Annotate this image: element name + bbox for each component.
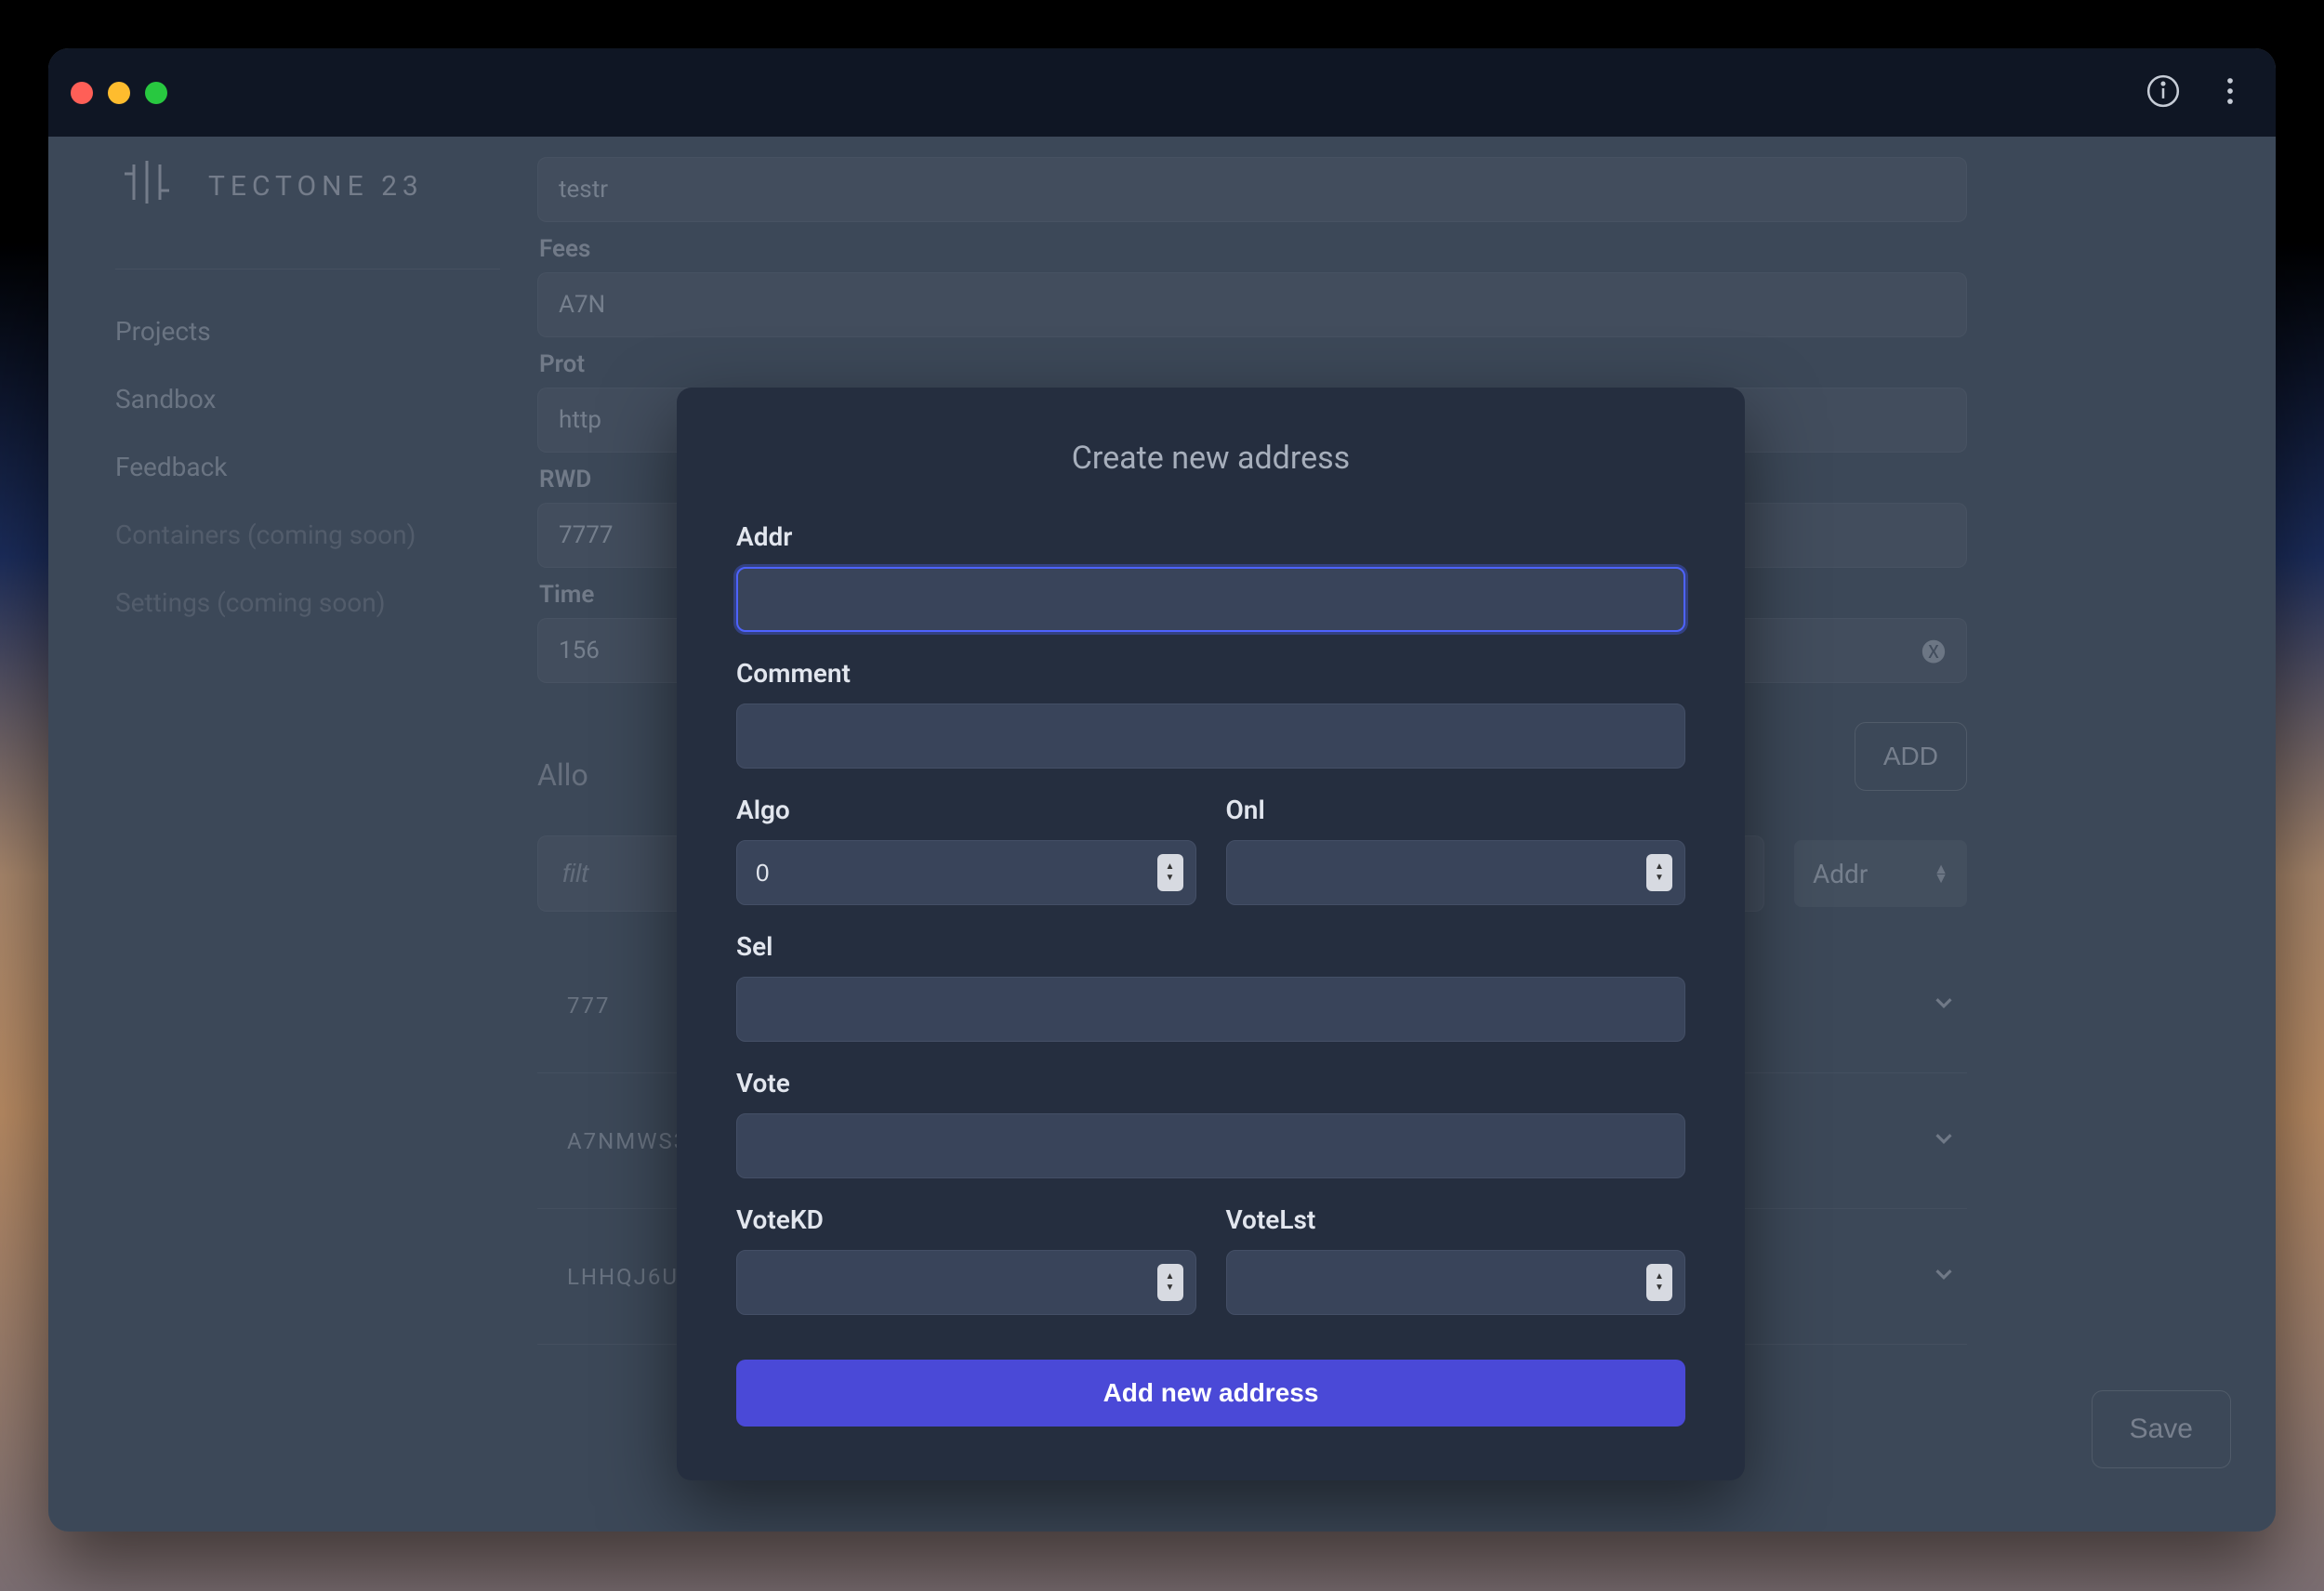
time-value: 156 [559, 637, 600, 664]
onl-label: Onl [1226, 795, 1686, 825]
logo-mark-icon [115, 159, 190, 213]
addr-input[interactable] [736, 567, 1685, 632]
algo-label: Algo [736, 795, 1196, 825]
number-spinner-icon[interactable] [1646, 1264, 1672, 1301]
select-caret-icon: ▲▼ [1934, 864, 1948, 883]
sidebar-item-containers: Containers (coming soon) [115, 519, 500, 550]
titlebar [48, 48, 2276, 137]
chevron-down-icon[interactable] [1930, 1124, 1958, 1158]
addr-label: Addr [736, 521, 1685, 552]
sort-select-label: Addr [1813, 859, 1868, 889]
sel-label: Sel [736, 931, 1685, 962]
number-spinner-icon[interactable] [1157, 854, 1183, 891]
field-0[interactable]: testr [537, 157, 1967, 222]
add-new-address-button[interactable]: Add new address [736, 1360, 1685, 1427]
save-button[interactable]: Save [2092, 1390, 2231, 1468]
sidebar-item-settings: Settings (coming soon) [115, 587, 500, 618]
brand-logo: TECTONE 23 [115, 159, 500, 213]
vote-input[interactable] [736, 1113, 1685, 1178]
sidebar-item-projects[interactable]: Projects [115, 316, 500, 347]
chevron-down-icon[interactable] [1930, 1260, 1958, 1294]
votelst-label: VoteLst [1226, 1204, 1686, 1235]
sel-input[interactable] [736, 977, 1685, 1042]
minimize-window-button[interactable] [108, 82, 130, 104]
onl-input[interactable] [1226, 840, 1686, 905]
close-window-button[interactable] [71, 82, 93, 104]
number-spinner-icon[interactable] [1646, 854, 1672, 891]
window-controls [71, 82, 167, 104]
algo-input[interactable] [736, 840, 1196, 905]
chevron-down-icon[interactable] [1930, 989, 1958, 1022]
address-text: 777 [567, 993, 610, 1019]
votekd-input[interactable] [736, 1250, 1196, 1315]
sidebar: TECTONE 23 Projects Sandbox Feedback Con… [48, 137, 537, 1532]
proto-label: Prot [539, 350, 1967, 378]
app-window: TECTONE 23 Projects Sandbox Feedback Con… [48, 48, 2276, 1532]
brand-name: TECTONE 23 [208, 170, 424, 203]
comment-input[interactable] [736, 703, 1685, 769]
sidebar-item-sandbox[interactable]: Sandbox [115, 384, 500, 414]
vote-label: Vote [736, 1068, 1685, 1098]
fees-label: Fees [539, 235, 1967, 263]
info-icon[interactable] [2146, 73, 2181, 112]
number-spinner-icon[interactable] [1157, 1264, 1183, 1301]
more-vertical-icon[interactable] [2212, 73, 2248, 112]
sidebar-divider [115, 269, 500, 270]
allocations-section-title: Allo [537, 757, 588, 793]
fullscreen-window-button[interactable] [145, 82, 167, 104]
clear-icon[interactable]: 🅧 [1921, 634, 1946, 668]
comment-label: Comment [736, 658, 1685, 689]
sort-select[interactable]: Addr ▲▼ [1794, 840, 1967, 907]
votelst-input[interactable] [1226, 1250, 1686, 1315]
sidebar-item-feedback[interactable]: Feedback [115, 452, 500, 482]
create-address-modal: Create new address Addr Comment Algo [677, 388, 1745, 1480]
modal-title: Create new address [736, 440, 1685, 477]
votekd-label: VoteKD [736, 1204, 1196, 1235]
fees-field[interactable]: A7N [537, 272, 1967, 337]
add-button[interactable]: ADD [1855, 722, 1967, 791]
